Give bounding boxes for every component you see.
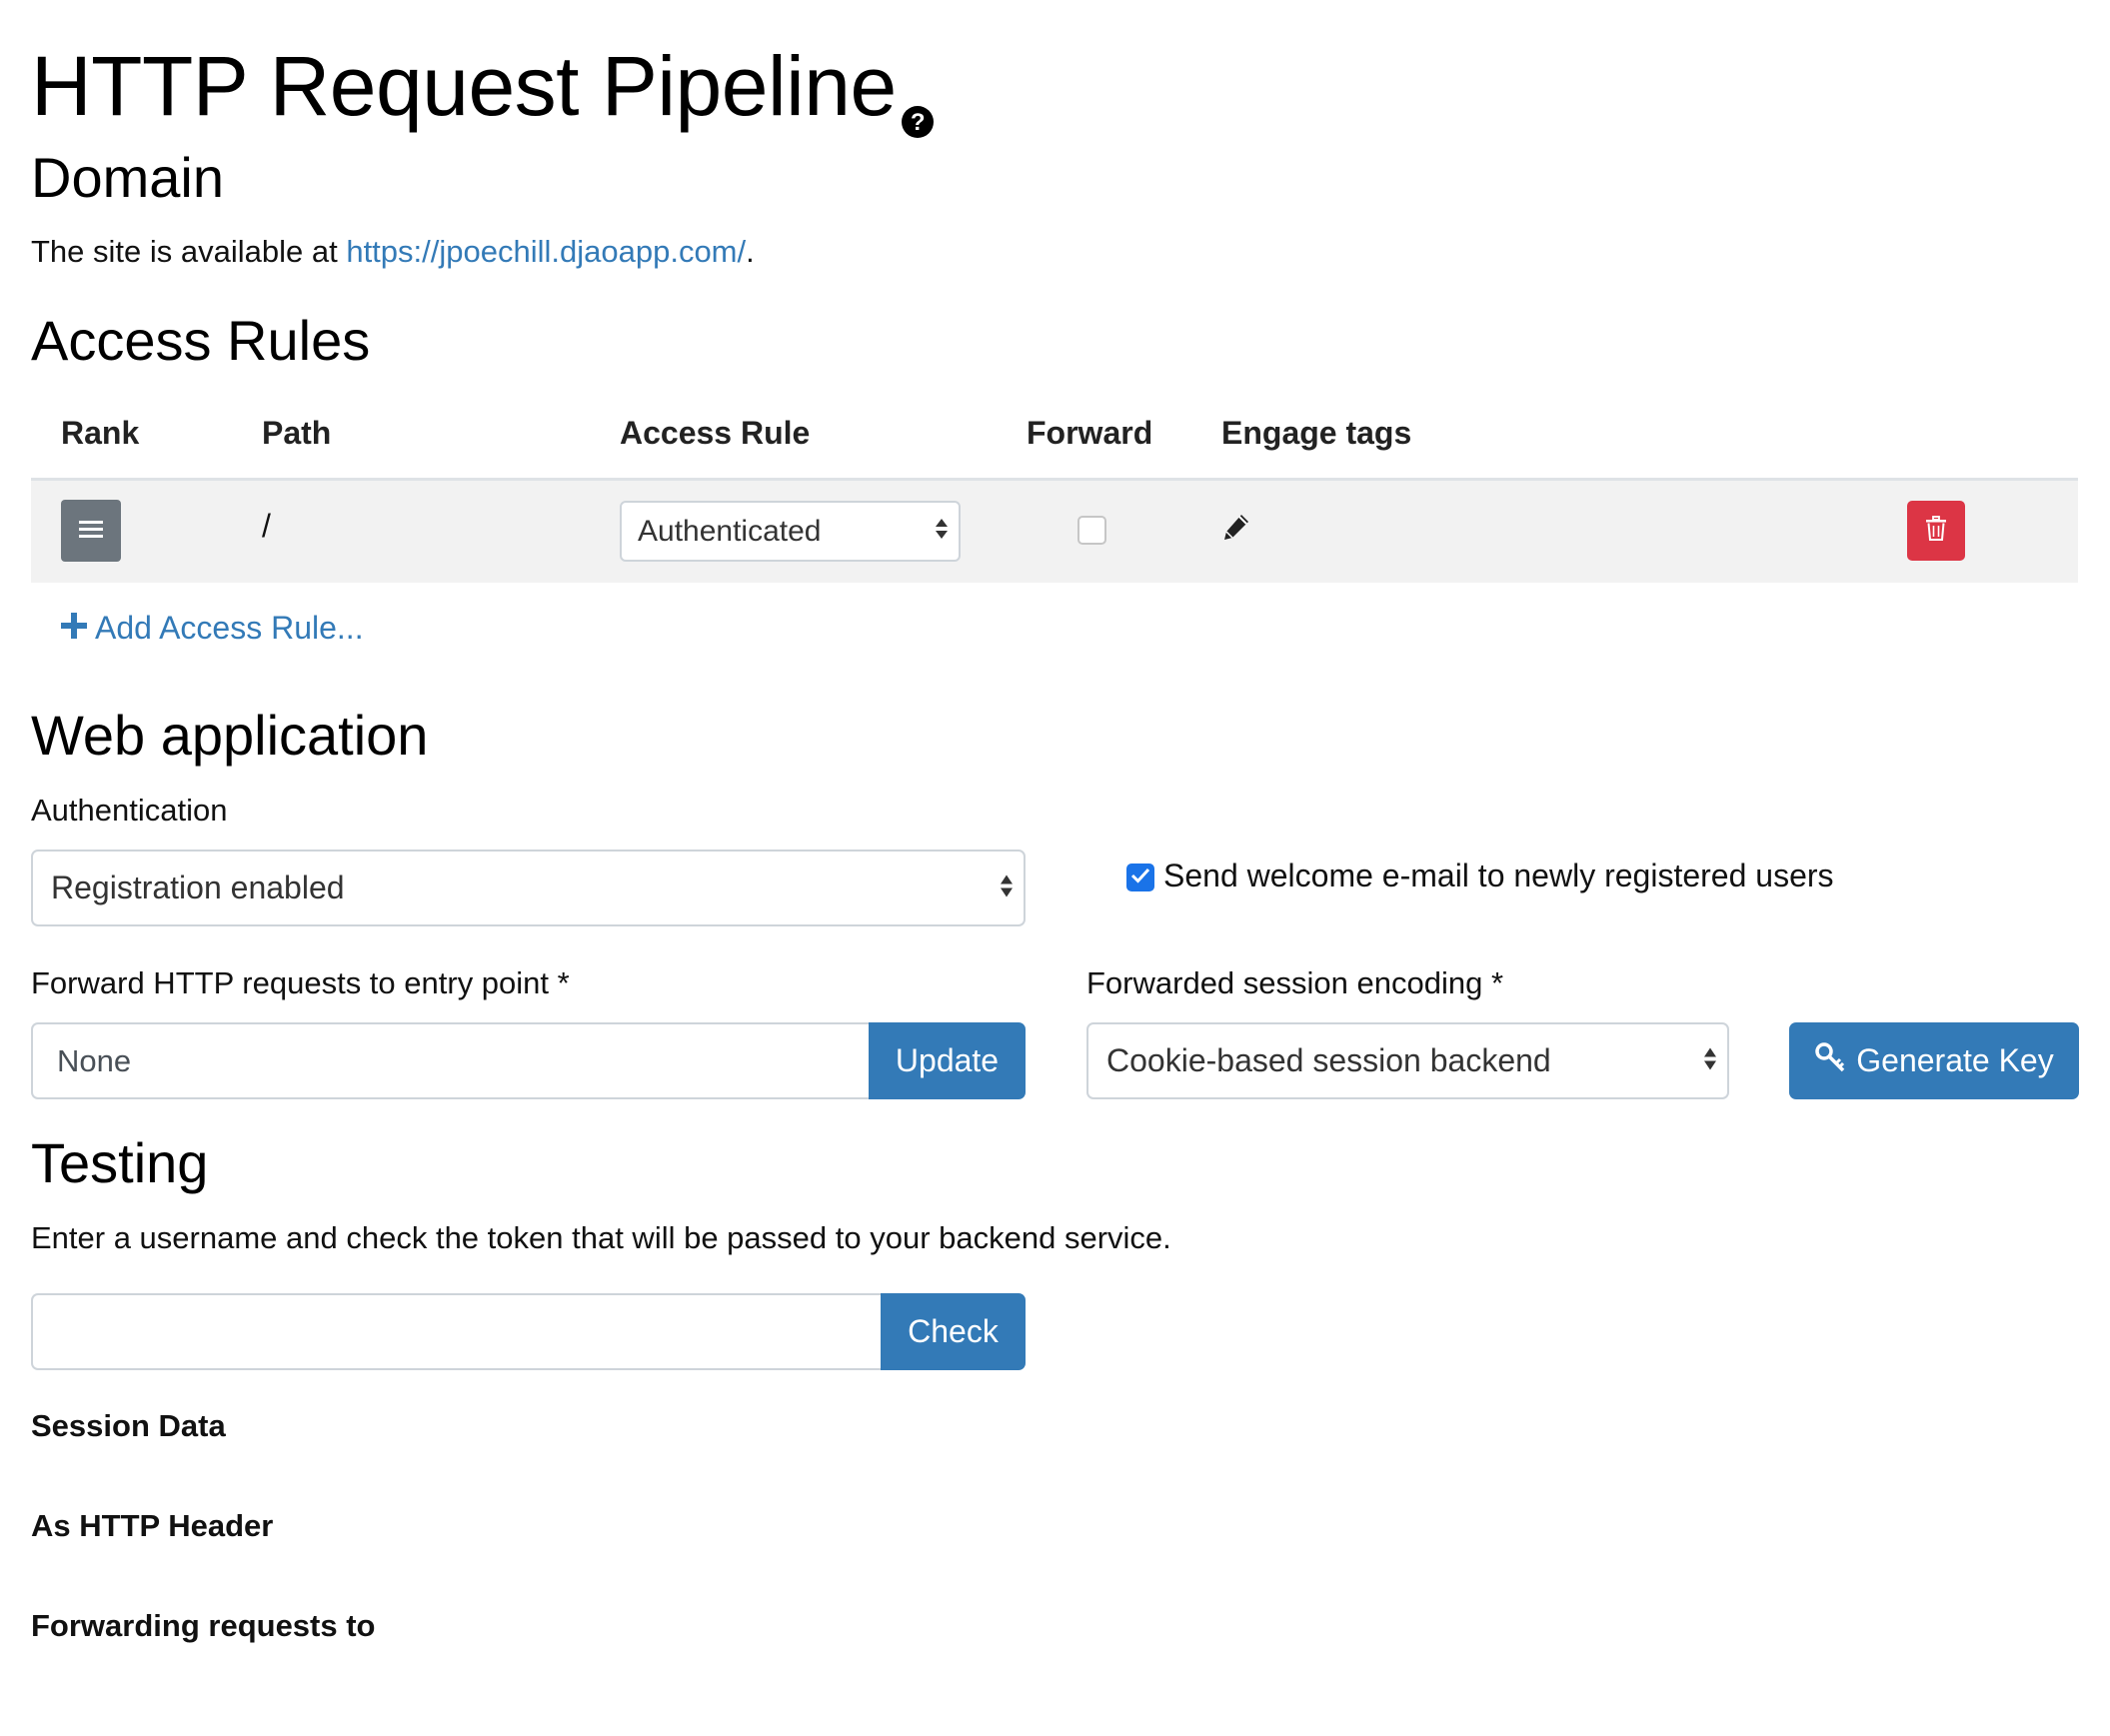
column-header-engage-tags: Engage tags [1221,415,1412,451]
authentication-label: Authentication [31,793,228,828]
add-access-rule-label: Add Access Rule... [95,610,364,646]
session-encoding-select-value: Cookie-based session backend [1106,1042,1551,1078]
column-header-rank: Rank [61,415,140,451]
entry-point-input-value: None [57,1042,132,1078]
pencil-icon[interactable] [1221,512,1251,547]
http-header-label: As HTTP Header [31,1508,274,1543]
delete-rule-button[interactable] [1907,501,1965,561]
session-data-label: Session Data [31,1408,226,1443]
check-button[interactable]: Check [881,1293,1026,1370]
svg-text:?: ? [911,109,925,136]
domain-text-prefix: The site is available at [31,234,347,269]
question-circle-icon[interactable]: ? [901,60,935,160]
checkmark-icon [1130,868,1150,888]
welcome-email-checkbox[interactable] [1126,864,1154,891]
generate-key-button[interactable]: Generate Key [1789,1022,2079,1099]
select-arrows-icon [1000,869,1014,906]
authentication-select-value: Registration enabled [51,869,345,905]
domain-url-link[interactable]: https://jpoechill.djaoapp.com/ [346,234,746,269]
welcome-email-label: Send welcome e-mail to newly registered … [1163,858,1834,893]
column-header-access-rule: Access Rule [620,415,811,451]
column-header-path: Path [262,415,332,451]
access-rule-select-value: Authenticated [638,514,822,548]
web-application-heading: Web application [31,704,429,767]
domain-text-suffix: . [746,234,755,269]
page-title: HTTP Request Pipeline? [31,36,935,160]
table-row [31,481,2078,583]
update-button[interactable]: Update [869,1022,1026,1099]
forwarding-requests-label: Forwarding requests to [31,1608,376,1643]
access-rules-heading: Access Rules [31,309,371,372]
session-encoding-label: Forwarded session encoding * [1086,965,1504,1000]
page-title-text: HTTP Request Pipeline [31,39,897,133]
testing-description: Enter a username and check the token tha… [31,1220,1171,1255]
rank-drag-handle[interactable] [61,500,121,562]
domain-heading: Domain [31,146,224,209]
generate-key-label: Generate Key [1856,1042,2054,1078]
access-rule-select[interactable]: Authenticated [620,501,961,562]
forward-entry-point-label: Forward HTTP requests to entry point * [31,965,570,1000]
select-arrows-icon [1703,1042,1717,1079]
plus-icon [61,608,87,648]
entry-point-input[interactable]: None [31,1022,870,1099]
column-header-forward: Forward [1027,415,1153,451]
rule-path: / [262,508,271,544]
key-icon [1814,1041,1846,1081]
forward-checkbox[interactable] [1077,516,1106,545]
drag-handle-icon [79,519,103,544]
trash-icon [1925,515,1947,547]
authentication-select[interactable]: Registration enabled [31,850,1026,926]
select-arrows-icon [935,515,949,549]
username-input[interactable] [31,1293,883,1370]
domain-text: The site is available at https://jpoechi… [31,232,755,272]
testing-heading: Testing [31,1131,209,1194]
add-access-rule-link[interactable]: Add Access Rule... [61,608,364,648]
session-encoding-select[interactable]: Cookie-based session backend [1086,1022,1729,1099]
